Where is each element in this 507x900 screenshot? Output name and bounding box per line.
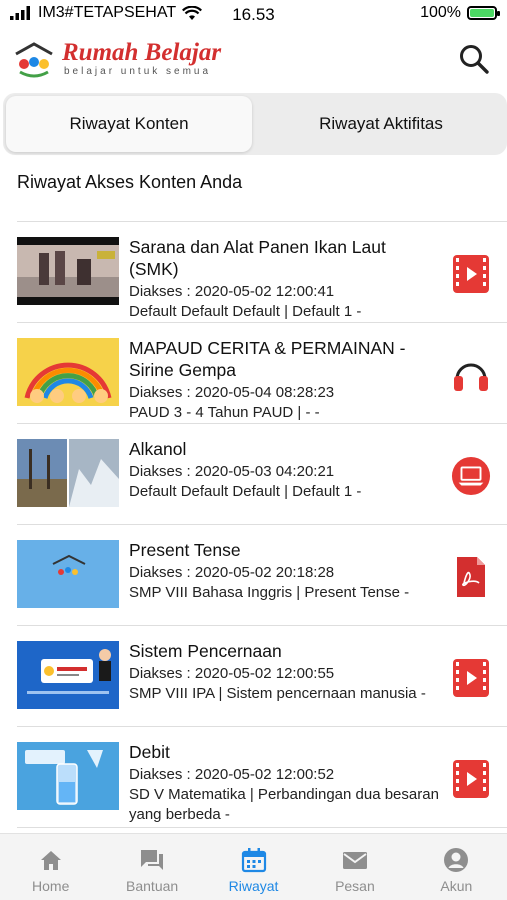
- content-thumbnail: [17, 338, 119, 406]
- item-text: Present Tense Diakses : 2020-05-02 20:18…: [129, 539, 439, 603]
- logo-subtitle: belajar untuk semua: [64, 66, 212, 77]
- item-title: Alkanol: [129, 439, 187, 459]
- item-title: Sarana dan Alat Panen Ikan Laut (SMK): [129, 237, 386, 279]
- nav-label: Home: [32, 878, 70, 894]
- status-right: 100%: [420, 4, 500, 22]
- nav-pesan[interactable]: Pesan: [304, 834, 405, 900]
- bottom-nav: Home Bantuan Riwayat Pesan Akun: [0, 833, 507, 900]
- content-thumbnail: [17, 641, 119, 709]
- item-accessed: Diakses : 2020-05-02 12:00:55: [129, 665, 335, 682]
- video-icon: [451, 254, 491, 294]
- nav-label: Pesan: [335, 878, 375, 894]
- item-text: Alkanol Diakses : 2020-05-03 04:20:21 De…: [129, 438, 439, 502]
- chat-icon: [141, 850, 164, 870]
- search-button[interactable]: [455, 40, 493, 78]
- history-list[interactable]: Sarana dan Alat Panen Ikan Laut (SMK) Di…: [0, 222, 507, 834]
- item-accessed: Diakses : 2020-05-02 12:00:41: [129, 283, 335, 300]
- item-title: Present Tense: [129, 540, 241, 560]
- segmented-tabs: Riwayat Konten Riwayat Aktifitas: [3, 93, 507, 155]
- status-bar: IM3#TETAPSEHAT 16.53 100%: [0, 0, 507, 30]
- item-accessed: Diakses : 2020-05-04 08:28:23: [129, 384, 335, 401]
- headphones-icon: [451, 355, 491, 395]
- list-item[interactable]: Alkanol Diakses : 2020-05-03 04:20:21 De…: [17, 424, 507, 525]
- search-icon: [460, 45, 489, 74]
- home-icon: [40, 851, 61, 870]
- logo-mark-icon: [15, 42, 53, 78]
- list-item[interactable]: Debit Diakses : 2020-05-02 12:00:52 SD V…: [17, 727, 507, 828]
- logo[interactable]: Rumah Belajar belajar untuk semua: [12, 40, 221, 80]
- nav-bantuan[interactable]: Bantuan: [101, 834, 202, 900]
- item-category: Default Default Default | Default 1 -: [129, 483, 362, 500]
- item-accessed: Diakses : 2020-05-03 04:20:21: [129, 463, 335, 480]
- item-text: Sarana dan Alat Panen Ikan Laut (SMK) Di…: [129, 236, 439, 322]
- item-accessed: Diakses : 2020-05-02 12:00:52: [129, 766, 335, 783]
- item-category: Default Default Default | Default 1 -: [129, 303, 362, 320]
- item-category: PAUD 3 - 4 Tahun PAUD | - -: [129, 404, 320, 421]
- content-thumbnail: [17, 540, 119, 608]
- list-item[interactable]: Present Tense Diakses : 2020-05-02 20:18…: [17, 525, 507, 626]
- item-category: SMP VIII Bahasa Inggris | Present Tense …: [129, 584, 410, 601]
- list-item[interactable]: Sistem Pencernaan Diakses : 2020-05-02 1…: [17, 626, 507, 727]
- battery-percent: 100%: [420, 4, 461, 21]
- tab-riwayat-aktifitas[interactable]: Riwayat Aktifitas: [256, 96, 506, 152]
- list-item[interactable]: MAPAUD CERITA & PERMAINAN - Sirine Gempa…: [17, 323, 507, 424]
- mail-icon: [342, 852, 367, 869]
- content-thumbnail: [17, 439, 119, 507]
- video-icon: [451, 658, 491, 698]
- battery-level: [470, 9, 494, 17]
- item-title: Sistem Pencernaan: [129, 641, 282, 661]
- pdf-icon: [451, 557, 491, 597]
- item-category: SMP VIII IPA | Sistem pencernaan manusia…: [129, 685, 426, 702]
- content-thumbnail: [17, 742, 119, 810]
- video-icon: [451, 759, 491, 799]
- item-title: MAPAUD CERITA & PERMAINAN - Sirine Gempa: [129, 338, 406, 380]
- nav-akun[interactable]: Akun: [406, 834, 507, 900]
- item-text: Debit Diakses : 2020-05-02 12:00:52 SD V…: [129, 741, 439, 825]
- nav-label: Riwayat: [228, 878, 279, 894]
- content-thumbnail: [17, 237, 119, 305]
- list-item[interactable]: Sarana dan Alat Panen Ikan Laut (SMK) Di…: [17, 222, 507, 323]
- account-icon: [444, 848, 469, 872]
- section-title: Riwayat Akses Konten Anda: [17, 172, 243, 192]
- nav-riwayat[interactable]: Riwayat: [203, 834, 304, 900]
- calendar-icon: [241, 848, 266, 873]
- nav-label: Akun: [440, 878, 473, 894]
- nav-label: Bantuan: [126, 878, 179, 894]
- item-category: SD V Matematika | Perbandingan dua besar…: [129, 786, 439, 823]
- item-text: Sistem Pencernaan Diakses : 2020-05-02 1…: [129, 640, 439, 704]
- laptop-icon: [451, 456, 491, 496]
- item-text: MAPAUD CERITA & PERMAINAN - Sirine Gempa…: [129, 337, 439, 423]
- battery-icon: [467, 6, 500, 20]
- item-title: Debit: [129, 742, 170, 762]
- tab-riwayat-konten[interactable]: Riwayat Konten: [6, 96, 252, 152]
- nav-home[interactable]: Home: [0, 834, 101, 900]
- app-header: Rumah Belajar belajar untuk semua: [0, 32, 507, 90]
- logo-title: Rumah Belajar: [62, 39, 222, 66]
- item-accessed: Diakses : 2020-05-02 20:18:28: [129, 564, 335, 581]
